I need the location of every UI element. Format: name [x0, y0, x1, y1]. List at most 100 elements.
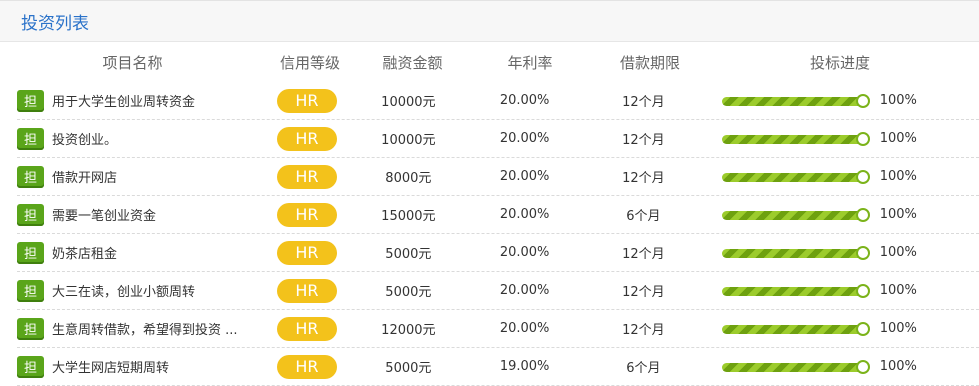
guarantee-badge: 担 [17, 203, 44, 226]
table-row[interactable]: 担 用于大学生创业周转资金 HR 10000元 20.00% 12个月 100% [17, 82, 979, 120]
table-row[interactable]: 担 生意周转借款，希望得到投资 ... HR 12000元 20.00% 12个… [17, 310, 979, 348]
rate-cell: 20.00% [499, 245, 550, 260]
amount-cell: 5000元 [385, 285, 432, 300]
credit-level-badge: HR [276, 278, 337, 303]
rate-cell: 20.00% [499, 283, 550, 298]
progress-percent: 100% [879, 93, 917, 108]
progress-fill [721, 172, 863, 182]
credit-level-badge: HR [276, 164, 337, 189]
project-title-link[interactable]: 奶茶店租金 [52, 243, 117, 262]
credit-level-badge: HR [276, 316, 337, 341]
term-cell: 6个月 [626, 361, 661, 376]
progress-bar [721, 321, 870, 336]
progress-percent: 100% [879, 321, 917, 336]
project-title-link[interactable]: 生意周转借款，希望得到投资 ... [52, 319, 238, 338]
progress-percent: 100% [879, 207, 917, 222]
rate-cell: 20.00% [499, 207, 550, 222]
term-cell: 12个月 [622, 247, 665, 262]
progress-fill [721, 362, 863, 372]
progress-fill [721, 248, 863, 258]
progress-bar [721, 245, 870, 260]
progress-cell: 100% [721, 245, 979, 260]
project-name-cell: 担 借款开网店 [17, 165, 262, 188]
guarantee-badge: 担 [17, 89, 44, 112]
amount-cell: 10000元 [381, 133, 436, 148]
credit-level-cell: HR [262, 164, 351, 189]
credit-level-cell: HR [262, 88, 351, 113]
progress-cell: 100% [721, 207, 979, 222]
project-title-link[interactable]: 大学生网店短期周转 [52, 357, 169, 376]
progress-bar [721, 207, 870, 222]
credit-level-cell: HR [262, 354, 351, 379]
credit-level-badge: HR [276, 202, 337, 227]
progress-cell: 100% [721, 169, 979, 184]
table-row[interactable]: 担 奶茶店租金 HR 5000元 20.00% 12个月 100% [17, 234, 979, 272]
project-title-link[interactable]: 用于大学生创业周转资金 [52, 91, 195, 110]
header-loan-term: 借款期限 [619, 53, 680, 72]
progress-percent: 100% [879, 131, 917, 146]
project-name-cell: 担 用于大学生创业周转资金 [17, 89, 262, 112]
guarantee-badge: 担 [17, 317, 44, 340]
term-cell: 12个月 [622, 171, 665, 186]
progress-bar [721, 169, 870, 184]
credit-level-badge: HR [276, 88, 337, 113]
investment-list-panel: 投资列表 项目名称 信用等级 融资金额 年利率 借款期限 投标进度 担 用于大学… [0, 0, 979, 386]
progress-fill [721, 210, 863, 220]
credit-level-badge: HR [276, 240, 337, 265]
project-title-link[interactable]: 借款开网店 [52, 167, 117, 186]
table-row[interactable]: 担 投资创业。 HR 10000元 20.00% 12个月 100% [17, 120, 979, 158]
amount-cell: 8000元 [385, 171, 432, 186]
credit-level-cell: HR [262, 126, 351, 151]
amount-cell: 5000元 [385, 247, 432, 262]
guarantee-badge: 担 [17, 165, 44, 188]
header-amount: 融资金额 [382, 53, 443, 72]
term-cell: 12个月 [622, 95, 665, 110]
table-row[interactable]: 担 大三在读，创业小额周转 HR 5000元 20.00% 12个月 100% [17, 272, 979, 310]
guarantee-badge: 担 [17, 127, 44, 150]
amount-cell: 10000元 [381, 95, 436, 110]
progress-knob [855, 207, 870, 222]
credit-level-cell: HR [262, 202, 351, 227]
credit-level-cell: HR [262, 240, 351, 265]
term-cell: 12个月 [622, 285, 665, 300]
progress-knob [855, 131, 870, 146]
table-header: 项目名称 信用等级 融资金额 年利率 借款期限 投标进度 [0, 42, 979, 82]
progress-knob [855, 93, 870, 108]
amount-cell: 5000元 [385, 361, 432, 376]
project-title-link[interactable]: 投资创业。 [52, 129, 117, 148]
guarantee-badge: 担 [17, 241, 44, 264]
credit-level-badge: HR [276, 126, 337, 151]
amount-cell: 12000元 [381, 323, 436, 338]
progress-cell: 100% [721, 359, 979, 374]
table-row[interactable]: 担 需要一笔创业资金 HR 15000元 20.00% 6个月 100% [17, 196, 979, 234]
credit-level-cell: HR [262, 278, 351, 303]
table-row[interactable]: 担 大学生网店短期周转 HR 5000元 19.00% 6个月 100% [17, 348, 979, 386]
progress-cell: 100% [721, 283, 979, 298]
progress-knob [855, 169, 870, 184]
guarantee-badge: 担 [17, 355, 44, 378]
project-name-cell: 担 奶茶店租金 [17, 241, 262, 264]
progress-percent: 100% [879, 245, 917, 260]
progress-knob [855, 321, 870, 336]
progress-bar [721, 131, 870, 146]
project-name-cell: 担 投资创业。 [17, 127, 262, 150]
progress-cell: 100% [721, 321, 979, 336]
progress-percent: 100% [879, 283, 917, 298]
project-name-cell: 担 生意周转借款，希望得到投资 ... [17, 317, 262, 340]
amount-cell: 15000元 [381, 209, 436, 224]
term-cell: 12个月 [622, 323, 665, 338]
panel-title: 投资列表 [21, 13, 89, 34]
progress-knob [855, 359, 870, 374]
table-row[interactable]: 担 借款开网店 HR 8000元 20.00% 12个月 100% [17, 158, 979, 196]
project-title-link[interactable]: 大三在读，创业小额周转 [52, 281, 195, 300]
term-cell: 12个月 [622, 133, 665, 148]
progress-fill [721, 324, 863, 334]
credit-level-badge: HR [276, 354, 337, 379]
progress-bar [721, 93, 870, 108]
rate-cell: 20.00% [499, 93, 550, 108]
rate-cell: 19.00% [499, 359, 550, 374]
panel-header: 投资列表 [0, 0, 979, 42]
project-title-link[interactable]: 需要一笔创业资金 [52, 205, 156, 224]
progress-knob [855, 245, 870, 260]
header-project-name: 项目名称 [102, 53, 163, 72]
